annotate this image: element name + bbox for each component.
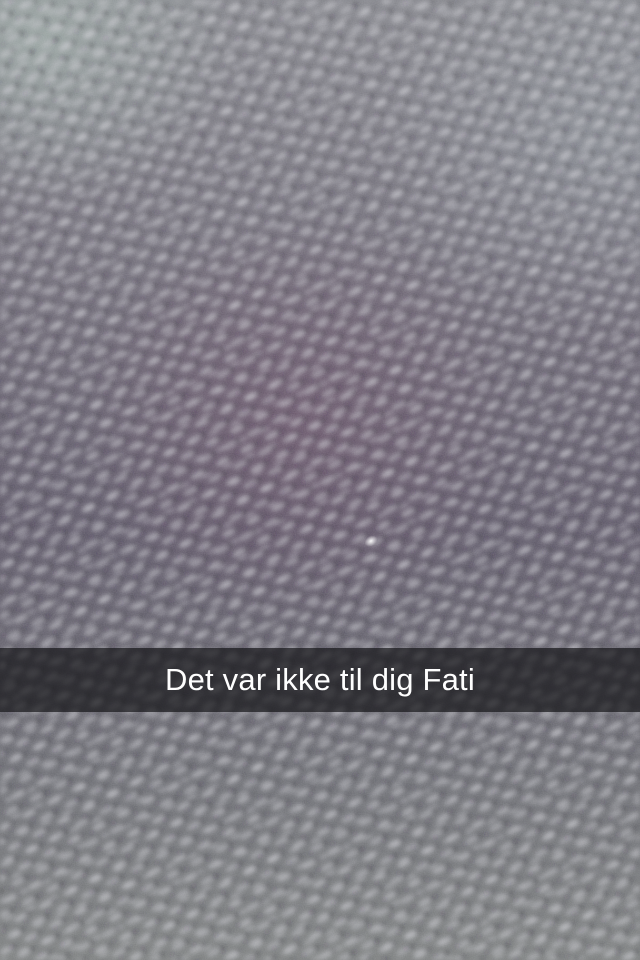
caption-bar: Det var ikke til dig Fati xyxy=(0,648,640,712)
fabric-texture xyxy=(0,0,640,960)
fabric-photo: Det var ikke til dig Fati xyxy=(0,0,640,960)
caption-text: Det var ikke til dig Fati xyxy=(165,662,475,697)
